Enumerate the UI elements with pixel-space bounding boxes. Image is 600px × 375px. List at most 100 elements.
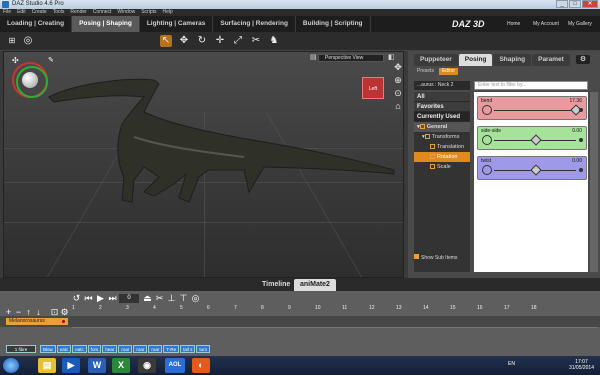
- tree-transforms[interactable]: ▾ Transforms: [414, 132, 470, 142]
- close-button[interactable]: ✕: [582, 0, 598, 8]
- menu-file[interactable]: File: [3, 9, 11, 16]
- orbit-icon[interactable]: ✣: [12, 56, 19, 65]
- clip-tag[interactable]: hear: [102, 345, 118, 353]
- view-cube[interactable]: Left: [362, 77, 384, 99]
- slider-value[interactable]: 0.00: [572, 158, 582, 164]
- orientation-gizmo[interactable]: [12, 62, 48, 98]
- slider-bend[interactable]: bend 17.36: [477, 96, 587, 120]
- pan-icon[interactable]: ✥: [393, 62, 403, 72]
- first-frame-icon[interactable]: ⏮: [84, 294, 93, 303]
- key-icon[interactable]: ⏏: [143, 294, 152, 303]
- system-clock[interactable]: 17:07 31/05/2014: [569, 359, 594, 371]
- menu-tools[interactable]: Tools: [53, 9, 65, 16]
- group-favorites[interactable]: Favorites: [414, 102, 470, 112]
- subtab-presets[interactable]: Presets: [414, 68, 437, 75]
- slider-knob[interactable]: [530, 164, 542, 176]
- tab-animate2[interactable]: aniMate2: [294, 279, 336, 291]
- frame-icon[interactable]: ⌂: [393, 101, 403, 111]
- menu-window[interactable]: Window: [117, 9, 135, 16]
- subtab-editor[interactable]: Editor: [438, 68, 459, 75]
- media-player-icon[interactable]: ▶: [62, 358, 80, 373]
- clip-tag[interactable]: tail s: [180, 345, 196, 353]
- draw-style-icon[interactable]: ◧: [388, 54, 395, 61]
- tree-translation[interactable]: Translation: [414, 142, 470, 152]
- node-breadcrumb[interactable]: ...aurus : Neck 2: [414, 81, 470, 90]
- node-selection-tool-icon[interactable]: ↖: [160, 35, 172, 47]
- dial-icon[interactable]: [482, 165, 492, 175]
- slider-side-side[interactable]: side-side 0.00: [477, 126, 587, 150]
- my-gallery-link[interactable]: My Gallery: [568, 21, 592, 27]
- room-surfacing-rendering[interactable]: Surfacing | Rendering: [213, 16, 296, 32]
- camera-selector[interactable]: Perspective View: [318, 54, 384, 62]
- 3d-viewport[interactable]: Perspective View ▤ ◧ ✣ ✎ Left ✥ ⊕ ⊙ ⌂: [3, 51, 404, 278]
- tab-posing[interactable]: Posing: [458, 54, 493, 66]
- room-building-scripting[interactable]: Building | Scripting: [296, 16, 371, 32]
- tab-parameters[interactable]: Paramet: [532, 54, 570, 66]
- group-all[interactable]: All: [414, 92, 470, 102]
- universal-tool-icon[interactable]: ✥: [178, 35, 190, 47]
- frame-field[interactable]: 0: [119, 294, 139, 303]
- language-indicator[interactable]: EN: [508, 361, 515, 367]
- room-lighting-cameras[interactable]: Lighting | Cameras: [140, 16, 214, 32]
- loop-icon[interactable]: ↺: [72, 294, 81, 303]
- clip-tag[interactable]: turn: [196, 345, 211, 353]
- timeline-ruler[interactable]: 1 2 3 4 5 6 7 8 9 10 11 12 13 14 15 16 17 18: [72, 305, 597, 311]
- tree-general[interactable]: ▾ General: [414, 122, 470, 132]
- menu-scripts[interactable]: Scripts: [141, 9, 156, 16]
- clip-tag[interactable]: eatc: [72, 345, 87, 353]
- explorer-icon[interactable]: ▤: [38, 358, 56, 373]
- clip-tag[interactable]: 1 fibre: [6, 345, 36, 353]
- clip-tag[interactable]: Blow: [40, 345, 56, 353]
- show-sub-items-checkbox[interactable]: Show Sub Items: [414, 254, 457, 261]
- word-icon[interactable]: W: [88, 358, 106, 373]
- slider-twist[interactable]: twist 0.00: [477, 156, 587, 180]
- home-link[interactable]: Home: [507, 21, 520, 27]
- layout-icon[interactable]: ⊞: [6, 35, 18, 47]
- play-icon[interactable]: ▶: [96, 294, 105, 303]
- translate-tool-icon[interactable]: ✛: [214, 35, 226, 47]
- aol-icon[interactable]: AOL: [165, 358, 185, 373]
- tree-rotation[interactable]: Rotation: [414, 152, 470, 162]
- rotate-tool-icon[interactable]: ↻: [196, 35, 208, 47]
- menu-edit[interactable]: Edit: [17, 9, 26, 16]
- tab-puppeteer[interactable]: Puppeteer: [414, 54, 458, 66]
- slider-value[interactable]: 0.00: [572, 128, 582, 134]
- pane-options-icon[interactable]: ⚙: [576, 55, 590, 64]
- dial-icon[interactable]: [482, 105, 492, 115]
- filter-input[interactable]: Enter text to filter by...: [474, 81, 588, 90]
- clip-tag[interactable]: fors: [87, 345, 102, 353]
- target-icon[interactable]: ◎: [22, 35, 34, 47]
- clip-tag[interactable]: roar: [133, 345, 148, 353]
- minimize-button[interactable]: _: [556, 0, 568, 8]
- menu-create[interactable]: Create: [32, 9, 47, 16]
- move-icon[interactable]: ⊕: [393, 75, 403, 85]
- tree-scale[interactable]: Scale: [414, 162, 470, 172]
- ghost-icon[interactable]: ◎: [191, 294, 200, 303]
- tab-shaping[interactable]: Shaping: [493, 54, 532, 66]
- firefox-icon[interactable]: ◐: [192, 358, 210, 373]
- room-posing-shaping[interactable]: Posing | Shaping: [72, 16, 140, 32]
- last-frame-icon[interactable]: ⏭: [108, 294, 117, 303]
- my-account-link[interactable]: My Account: [533, 21, 559, 27]
- slider-track[interactable]: [494, 110, 576, 111]
- pin-icon[interactable]: ✎: [48, 56, 54, 64]
- menu-help[interactable]: Help: [163, 9, 173, 16]
- dial-icon[interactable]: [482, 135, 492, 145]
- slider-knob[interactable]: [530, 134, 542, 146]
- zoom-icon[interactable]: ⊙: [393, 88, 403, 98]
- scale-tool-icon[interactable]: ⤢: [232, 35, 244, 47]
- menu-render[interactable]: Render: [70, 9, 86, 16]
- figure-tool-icon[interactable]: ♞: [268, 35, 280, 47]
- joint-editor-icon[interactable]: ✂: [250, 35, 262, 47]
- menu-connect[interactable]: Connect: [93, 9, 112, 16]
- viewport-menu-icon[interactable]: ▤: [310, 54, 317, 61]
- room-loading-creating[interactable]: Loading | Creating: [0, 16, 73, 32]
- clip-tag[interactable]: eatc: [56, 345, 72, 353]
- excel-icon[interactable]: X: [112, 358, 130, 373]
- start-button[interactable]: [3, 358, 19, 373]
- insert-icon[interactable]: ⊥: [167, 294, 176, 303]
- scrollbar[interactable]: [590, 92, 598, 272]
- daz-studio-icon[interactable]: ◉: [138, 358, 156, 373]
- group-currently-used[interactable]: Currently Used: [414, 112, 470, 122]
- tab-timeline[interactable]: Timeline: [256, 279, 296, 291]
